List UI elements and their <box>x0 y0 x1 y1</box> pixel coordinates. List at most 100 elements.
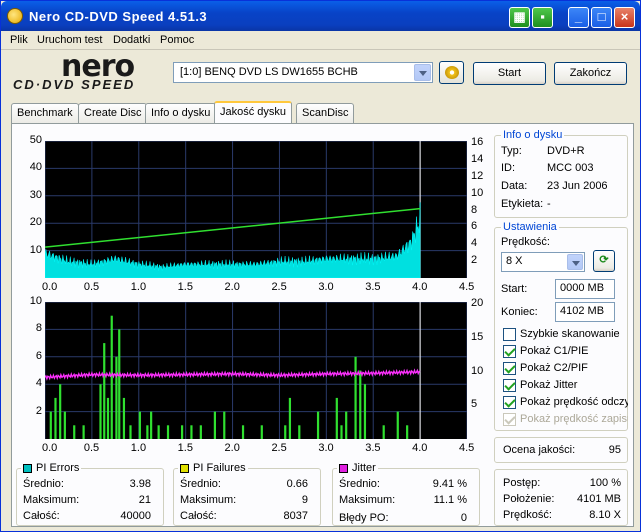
disc-label-label: Etykieta: <box>501 198 544 210</box>
c1-y2tick: 2 <box>471 254 478 267</box>
tab-benchmark[interactable]: Benchmark <box>11 103 79 123</box>
eject-button[interactable] <box>439 61 464 84</box>
pi-errors-avg-label: Średnio: <box>23 478 64 490</box>
title-bar[interactable]: Nero CD-DVD Speed 4.51.3 ▦ ▪ _ □ × <box>1 1 640 31</box>
maximize-button[interactable]: □ <box>591 7 612 28</box>
checkbox-label-0: Szybkie skanowanie <box>520 328 620 340</box>
current-speed-value: 8.10 X <box>589 509 621 521</box>
pif-bar <box>284 425 287 439</box>
c1-xtick: 3.5 <box>365 281 381 293</box>
disc-info-title: Info o dysku <box>501 129 565 141</box>
jitter-header: Jitter <box>337 462 378 474</box>
end-input[interactable]: 4102 MB <box>555 302 615 322</box>
pif-bar <box>82 425 85 439</box>
tab-info-o-dysku[interactable]: Info o dysku <box>145 103 217 123</box>
c1-y2tick: 14 <box>471 152 484 165</box>
menu-uruchom-test[interactable]: Uruchom test <box>37 34 102 46</box>
pi-failures-stats: PI Failures Średnio: 0.66 Maksimum: 9 Ca… <box>173 462 321 526</box>
c2-xtick: 2.5 <box>271 442 287 454</box>
c1-y2tick: 4 <box>471 237 478 250</box>
pif-bar <box>146 425 149 439</box>
minimize-button[interactable]: _ <box>568 7 589 28</box>
pi-failures-avg-label: Średnio: <box>180 478 221 490</box>
pif-bar <box>199 425 202 439</box>
c1-xtick: 0.5 <box>83 281 100 293</box>
pi-failures-swatch <box>180 463 189 473</box>
pif-bar <box>138 411 141 439</box>
speed-label: Prędkość: <box>501 236 550 248</box>
pif-bar <box>180 425 184 439</box>
pi-failures-total: 8037 <box>283 510 308 522</box>
settings-title: Ustawienia <box>501 221 559 233</box>
c2-ytick: 2 <box>35 404 42 417</box>
refresh-icon[interactable]: ⟳ <box>593 250 615 272</box>
pif-bar <box>106 397 110 439</box>
pif-bar <box>340 425 343 439</box>
menu-pomoc[interactable]: Pomoc <box>160 34 194 46</box>
pi-errors-chart <box>45 141 467 278</box>
c1-ytick: 50 <box>29 134 42 146</box>
close-button[interactable]: × <box>614 7 635 28</box>
menu-dodatki[interactable]: Dodatki <box>113 34 150 46</box>
checkbox-1[interactable] <box>503 345 516 358</box>
tab-create-disc[interactable]: Create Disc <box>78 103 148 123</box>
pif-bar <box>406 425 409 439</box>
pif-bar <box>54 397 57 439</box>
chevron-down-icon[interactable] <box>567 254 583 270</box>
tab-scandisc[interactable]: ScanDisc <box>296 103 355 123</box>
pi-errors-title: PI Errors <box>36 462 80 474</box>
jitter-avg-label: Średnio: <box>339 478 380 490</box>
clipboard-icon[interactable]: ▦ <box>509 7 530 28</box>
end-button[interactable]: Zakończ <box>554 62 627 85</box>
menu-plik[interactable]: Plik <box>10 34 28 46</box>
c1-ytick: 10 <box>29 243 42 256</box>
checkbox-0[interactable] <box>503 328 516 341</box>
start-input[interactable]: 0000 MB <box>555 279 615 299</box>
c2-xtick: 4.0 <box>412 442 428 454</box>
disc-type-label: Typ: <box>501 145 522 157</box>
pi-errors-total: 40000 <box>120 510 151 522</box>
pif-bar <box>122 397 126 439</box>
jitter-title: Jitter <box>352 462 376 474</box>
pif-bar <box>99 384 102 439</box>
drive-select[interactable]: [1:0] BENQ DVD LS DW1655 BCHB <box>173 62 433 83</box>
c1-ytick: 40 <box>29 161 42 174</box>
c2-ytick: 8 <box>35 322 42 335</box>
tab-jakosc-dysku[interactable]: Jakość dysku <box>214 101 293 124</box>
speed-select[interactable]: 8 X <box>501 252 585 272</box>
pif-bar <box>190 425 193 439</box>
checkbox-3[interactable] <box>503 379 516 392</box>
chevron-down-icon[interactable] <box>414 64 431 81</box>
pif-bar <box>49 411 52 439</box>
progress-group: Postęp: 100 % Położenie: 4101 MB Prędkoś… <box>494 469 628 526</box>
pif-bar <box>241 425 245 439</box>
c2-xtick: 3.5 <box>365 442 381 454</box>
c1-ytick: 20 <box>29 216 42 229</box>
pif-bar <box>150 411 153 439</box>
checkbox-label-2: Pokaż C2/PIF <box>520 362 588 374</box>
drive-select-value: [1:0] BENQ DVD LS DW1655 BCHB <box>180 66 358 78</box>
c2-ytick: 4 <box>35 377 42 390</box>
pif-bar <box>118 329 121 439</box>
save-icon[interactable]: ▪ <box>532 7 553 28</box>
pif-bar <box>359 370 362 439</box>
pif-bar <box>260 425 263 439</box>
c1-y2tick: 10 <box>471 186 484 199</box>
checkbox-2[interactable] <box>503 362 516 375</box>
pif-bar <box>110 315 113 439</box>
pif-bar <box>103 343 106 439</box>
c2-y2tick: 5 <box>471 398 478 411</box>
c1-xtick: 3.0 <box>318 281 334 293</box>
c2-y2tick: 15 <box>471 330 484 343</box>
pi-errors-avg: 3.98 <box>129 478 151 490</box>
current-speed-label: Prędkość: <box>503 509 552 521</box>
logo-cd-dvd-speed: CD·DVD SPEED <box>13 77 136 92</box>
c1-y2tick: 6 <box>471 220 478 233</box>
pif-bar <box>166 425 170 439</box>
c2-xtick: 0.5 <box>83 442 100 454</box>
disc-id-value: MCC 003 <box>547 162 594 174</box>
checkbox-4[interactable] <box>503 396 516 409</box>
start-button[interactable]: Start <box>473 62 546 85</box>
pi-errors-header: PI Errors <box>21 462 82 474</box>
pif-bar <box>316 411 320 439</box>
